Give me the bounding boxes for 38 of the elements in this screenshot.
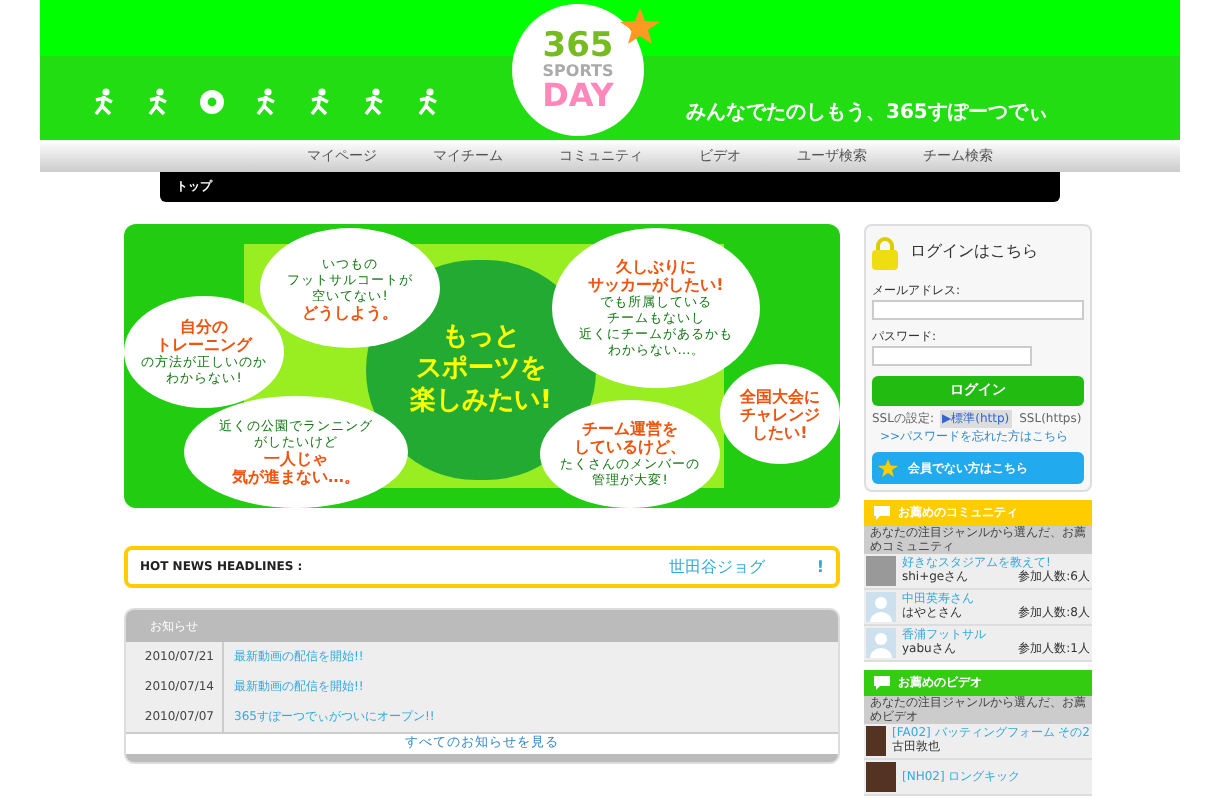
password-field[interactable] (872, 346, 1032, 366)
banner-headline: スポーツを (416, 354, 546, 386)
photo-placeholder (866, 556, 896, 586)
bubble-text: 自分の (180, 318, 228, 336)
sport-figure-icon (306, 88, 334, 116)
bubble-text: チーム運営を (582, 420, 678, 438)
video-thumbnail[interactable] (866, 726, 887, 756)
banner-headline: もっと (442, 322, 520, 354)
speech-bubble-icon (872, 674, 892, 692)
speech-bubble-icon (872, 504, 892, 522)
ball-icon (198, 88, 226, 116)
avatar-icon (866, 628, 896, 658)
bubble-text: したい! (752, 423, 808, 441)
email-field[interactable] (872, 300, 1084, 320)
banner-headline: 楽しみたい! (410, 386, 552, 418)
sport-figure-icon (252, 88, 280, 116)
bubble-text: どうしよう。 (302, 303, 398, 321)
sport-figure-icon (360, 88, 388, 116)
star-icon (620, 8, 660, 44)
bubble-text: 全国大会に (740, 387, 820, 405)
bubble-text: 一人じゃ (264, 450, 328, 468)
bubble-text: トレーニング (156, 336, 252, 354)
lock-icon (872, 235, 898, 269)
login-title: ログインはこちら (910, 240, 1038, 264)
sport-figure-icon (144, 88, 172, 116)
sport-figure-icon (414, 88, 442, 116)
bubble-text: しているけど、 (574, 438, 686, 456)
avatar-icon (866, 592, 896, 622)
video-thumbnail[interactable] (866, 762, 896, 792)
star-icon (878, 458, 898, 478)
tagline: みんなでたのしもう、365すぽーつでぃ (686, 100, 1048, 128)
bubble-text: サッカーがしたい! (588, 276, 724, 294)
bubble-text: チャレンジ (740, 405, 820, 423)
bubble-text: 気が進まない…。 (232, 468, 360, 486)
bubble-text: 久しぶりに (616, 258, 696, 276)
news-headline[interactable]: 世田谷ジョグ (668, 555, 765, 579)
sport-figure-icon (90, 88, 118, 116)
news-mark: ! (816, 555, 824, 579)
